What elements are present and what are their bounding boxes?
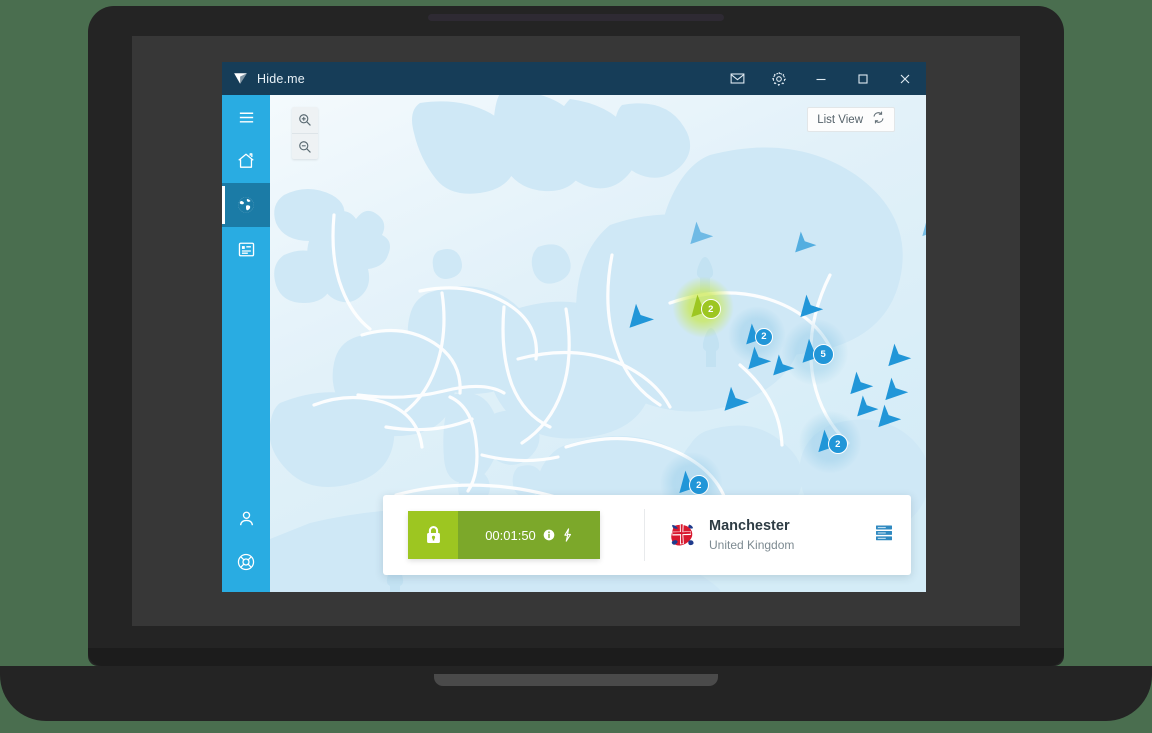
info-circle-icon[interactable]	[543, 529, 555, 541]
marker-count-badge: 5	[812, 343, 834, 365]
united-kingdom-flag-icon	[669, 523, 695, 547]
map-marker[interactable]: 2	[660, 452, 722, 514]
map-area[interactable]: List View 2 2 5 2 2 00:01:50 Manchester Unit…	[270, 95, 926, 592]
laptop-speaker-bar	[428, 14, 724, 21]
connection-timer-area: 00:01:50	[458, 511, 600, 559]
sidebar	[222, 95, 270, 592]
map-marker[interactable]: 5	[782, 319, 848, 385]
minimize-icon[interactable]	[800, 62, 842, 95]
close-icon[interactable]	[884, 62, 926, 95]
location-arrow-icon	[800, 294, 824, 318]
server-stack-icon[interactable]	[875, 525, 893, 546]
current-location-block[interactable]: Manchester United Kingdom	[645, 518, 911, 552]
map-marker[interactable]	[920, 212, 926, 240]
list-view-label: List View	[817, 113, 863, 126]
map-marker[interactable]	[876, 403, 904, 431]
location-text: Manchester United Kingdom	[709, 518, 794, 552]
connect-toggle-button[interactable]: 00:01:50	[408, 511, 600, 559]
location-arrow-icon	[748, 346, 772, 370]
laptop-trackpad-notch	[434, 674, 718, 686]
app-window: Hide.me List View 2 2 5 2 2 00:01:50 Man…	[222, 62, 926, 592]
maximize-icon[interactable]	[842, 62, 884, 95]
list-view-button[interactable]: List View	[807, 107, 895, 132]
sidebar-item-home[interactable]	[222, 139, 270, 183]
app-title: Hide.me	[257, 71, 305, 86]
map-marker[interactable]	[688, 220, 716, 248]
map-marker[interactable]	[722, 385, 752, 415]
location-arrow-icon	[795, 231, 817, 253]
zoom-out-icon[interactable]	[292, 133, 318, 159]
hideme-triangle-logo-icon	[233, 71, 248, 86]
sidebar-item-menu[interactable]	[222, 95, 270, 139]
location-arrow-icon	[878, 404, 902, 428]
map-marker[interactable]	[793, 230, 819, 256]
location-arrow-icon	[888, 343, 912, 367]
map-zoom-controls	[292, 107, 318, 159]
title-bar: Hide.me	[222, 62, 926, 95]
location-arrow-icon	[629, 303, 654, 328]
connection-timer: 00:01:50	[485, 527, 536, 543]
sidebar-item-support[interactable]	[222, 540, 270, 584]
mail-icon[interactable]	[716, 62, 758, 95]
app-body: List View 2 2 5 2 2 00:01:50 Manchester Unit…	[222, 95, 926, 592]
location-arrow-icon	[885, 377, 909, 401]
gear-icon[interactable]	[758, 62, 800, 95]
sidebar-item-logs[interactable]	[222, 227, 270, 271]
marker-count-badge: 2	[827, 434, 848, 455]
location-arrow-icon	[724, 386, 749, 411]
map-marker[interactable]	[883, 376, 911, 404]
map-marker[interactable]	[627, 302, 657, 332]
city-name: Manchester	[709, 518, 790, 534]
laptop-lid-bottom-edge	[88, 648, 1064, 666]
marker-count-badge: 2	[688, 475, 709, 496]
map-marker[interactable]: 2	[799, 411, 861, 473]
location-arrow-icon	[922, 222, 926, 237]
zoom-in-icon[interactable]	[292, 107, 318, 133]
connection-status-card: 00:01:50 Manchester United Kingdom	[383, 495, 911, 575]
lock-closed-icon	[408, 511, 458, 559]
location-arrow-icon	[690, 221, 714, 245]
refresh-swap-icon	[872, 110, 885, 129]
map-marker[interactable]	[886, 342, 914, 370]
lightning-bolt-icon[interactable]	[562, 528, 573, 542]
map-marker-active[interactable]: 2	[672, 276, 734, 338]
country-name: United Kingdom	[709, 538, 795, 552]
sidebar-item-locations[interactable]	[222, 183, 270, 227]
map-marker[interactable]	[798, 293, 826, 321]
marker-count-badge: 2	[754, 327, 773, 346]
map-marker[interactable]	[746, 345, 774, 373]
sidebar-item-account[interactable]	[222, 496, 270, 540]
marker-count-badge: 2	[700, 299, 721, 320]
